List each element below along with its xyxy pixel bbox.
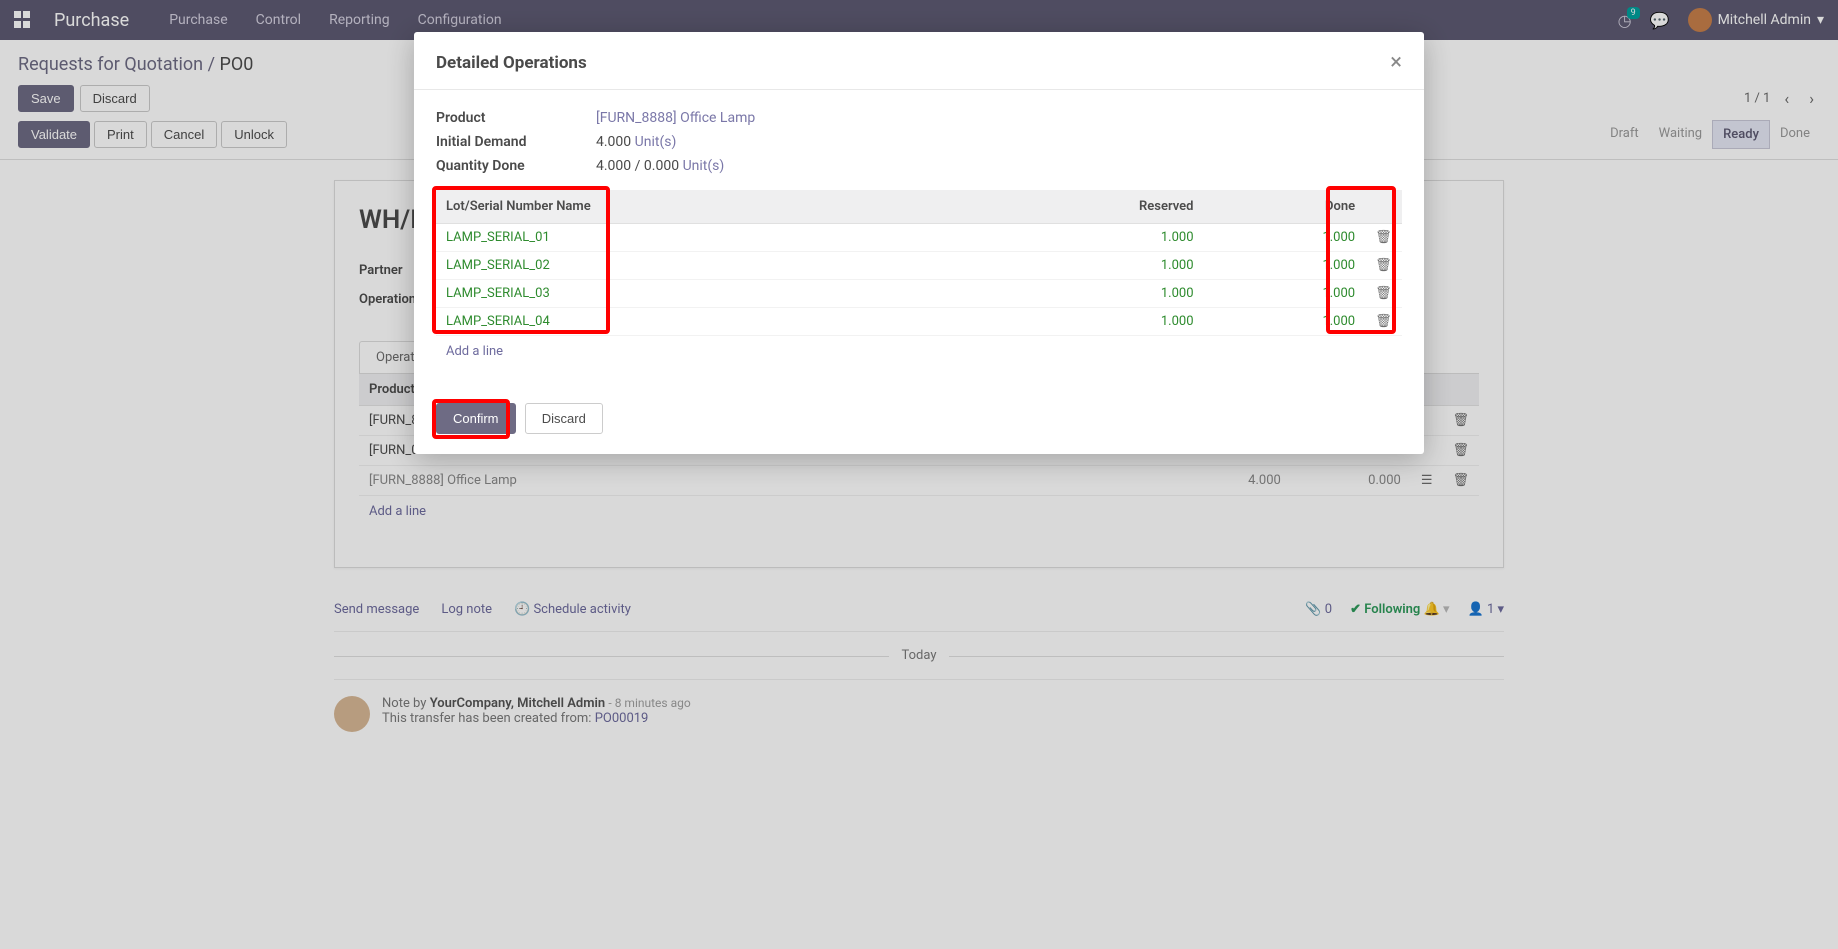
qty-done-label: Quantity Done <box>436 158 596 174</box>
serial-row[interactable]: LAMP_SERIAL_031.0001.000🗑 <box>436 280 1402 308</box>
modal-add-line[interactable]: Add a line <box>436 336 513 367</box>
confirm-button[interactable]: Confirm <box>436 403 516 434</box>
serial-row[interactable]: LAMP_SERIAL_041.0001.000🗑 <box>436 308 1402 336</box>
modal-discard-button[interactable]: Discard <box>525 403 603 434</box>
initial-demand-label: Initial Demand <box>436 134 596 150</box>
trash-icon[interactable]: 🗑 <box>1375 314 1392 329</box>
detailed-operations-modal: Detailed Operations × Product[FURN_8888]… <box>414 32 1424 454</box>
product-label: Product <box>436 110 596 126</box>
serial-row[interactable]: LAMP_SERIAL_021.0001.000🗑 <box>436 252 1402 280</box>
serial-table: Lot/Serial Number Name Reserved Done LAM… <box>436 190 1402 336</box>
col-done: Done <box>1204 190 1366 224</box>
modal-title: Detailed Operations <box>436 53 587 73</box>
trash-icon[interactable]: 🗑 <box>1375 258 1392 273</box>
serial-row[interactable]: LAMP_SERIAL_011.0001.000🗑 <box>436 224 1402 252</box>
product-link[interactable]: [FURN_8888] Office Lamp <box>596 110 755 126</box>
close-icon[interactable]: × <box>1390 50 1402 75</box>
trash-icon[interactable]: 🗑 <box>1375 286 1392 301</box>
trash-icon[interactable]: 🗑 <box>1375 230 1392 245</box>
col-reserved: Reserved <box>981 190 1203 224</box>
col-serial: Lot/Serial Number Name <box>436 190 981 224</box>
